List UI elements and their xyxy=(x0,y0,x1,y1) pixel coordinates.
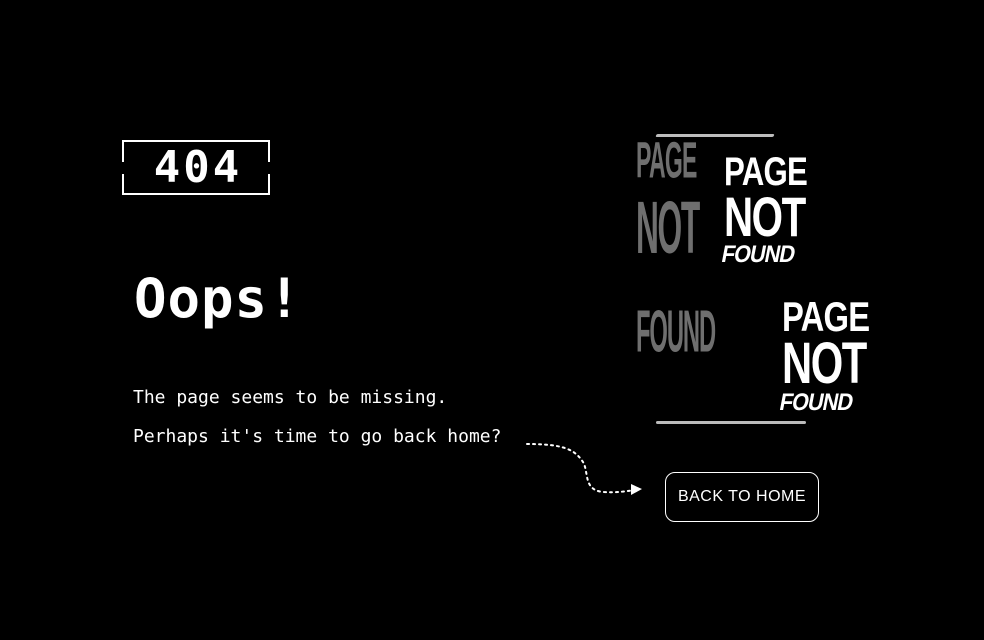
stack-top-found-text: FOUND xyxy=(719,241,797,269)
stack-top-not-text: NOT xyxy=(724,185,806,248)
error-code-badge: 404 xyxy=(120,140,272,195)
error-code: 404 xyxy=(153,141,243,193)
message-line-2: Perhaps it's time to go back home? xyxy=(133,426,502,447)
stack-bottom-not-text: NOT xyxy=(782,330,867,396)
text-stack-top: PAGE NOT FOUND xyxy=(719,152,836,268)
page-not-found-illustration: PAGE NOT FOUND PAGE NOT FOUND PAGE NOT F… xyxy=(636,132,876,432)
message-line-1: The page seems to be missing. xyxy=(133,387,448,408)
page-heading: Oops! xyxy=(134,267,302,330)
ribbon-bottom xyxy=(656,421,806,424)
ghost-found-text: FOUND xyxy=(636,298,716,365)
ghost-text-stack: PAGE NOT FOUND xyxy=(636,134,720,374)
stack-bottom-found-text: FOUND xyxy=(777,388,855,416)
dotted-curved-arrow-icon xyxy=(526,443,642,495)
text-stack-bottom: PAGE NOT FOUND xyxy=(777,296,898,416)
back-to-home-button[interactable]: BACK TO HOME xyxy=(665,472,819,522)
